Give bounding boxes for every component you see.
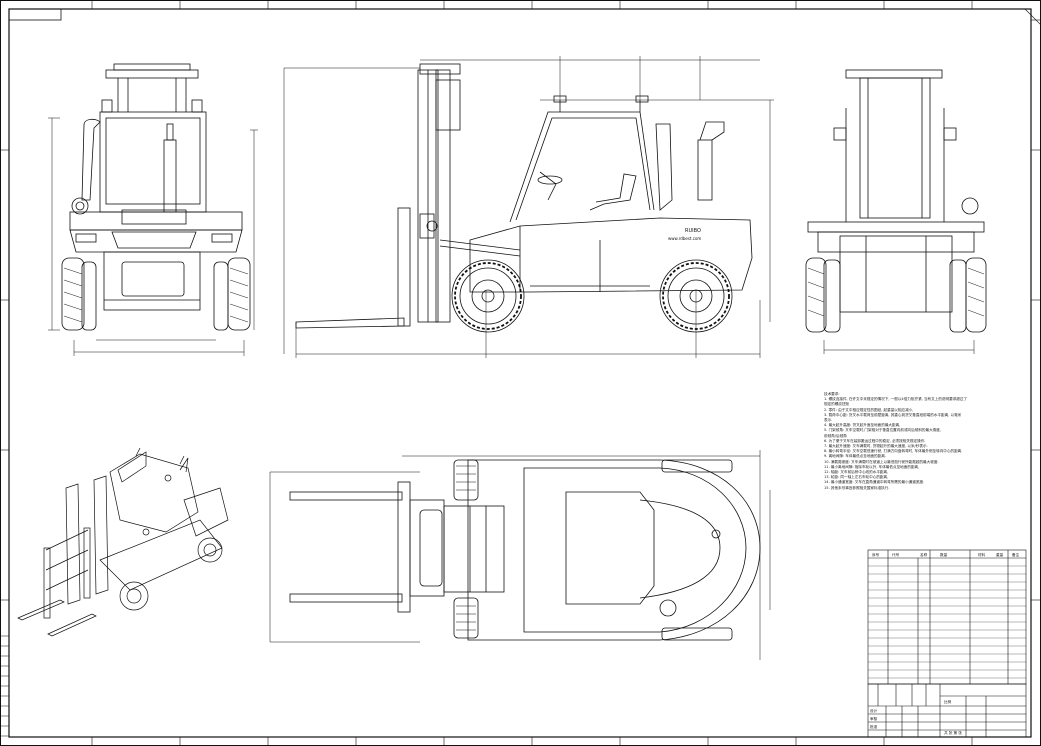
header-cell-weight: 重量 — [996, 552, 1004, 557]
header-cell-name: 名称 — [920, 552, 928, 557]
note-line: 15. 其他未尽事宜参照相关国家标准执行. — [824, 485, 890, 490]
designer-label: 设计 — [870, 708, 878, 713]
sheet-label: 共 张 第 张 — [944, 730, 962, 735]
corner-label-box — [8, 8, 62, 21]
header-cell-code: 代号 — [892, 552, 900, 557]
isometric-view — [17, 447, 229, 637]
header-cell-remark: 备注 — [1012, 552, 1020, 557]
engineering-drawing-sheet: RUIBO www.rdbest.com 序号 代号 名称 数量 材料 重量 备… — [0, 0, 1041, 746]
scale-label: 比例 — [944, 699, 952, 704]
side-view: RUIBO www.rdbest.com — [283, 56, 774, 358]
checker-label: 审核 — [870, 716, 878, 721]
approval-label: 批准 — [870, 724, 878, 729]
website-text: www.rdbest.com — [668, 236, 701, 241]
top-view — [269, 450, 771, 660]
front-wheel — [451, 259, 525, 333]
front-view — [48, 63, 258, 356]
title-block — [867, 549, 1027, 738]
header-cell-qty: 数量 — [940, 552, 948, 557]
revision-strip — [0, 635, 10, 737]
header-cell-material: 材料 — [978, 552, 986, 557]
rear-view — [805, 69, 987, 354]
technical-notes: 技术要求: 1. 螺纹连接件, 在许文中未规定的情况下, 一般以4倍力矩拧紧, … — [824, 392, 1024, 491]
header-cell-index: 序号 — [872, 552, 880, 557]
title-block-text: 序号 代号 名称 数量 材料 重量 备注 比例 共 张 第 张 设计 审核 批准 — [870, 552, 1020, 735]
brand-logo-text: RUIBO — [685, 228, 701, 234]
